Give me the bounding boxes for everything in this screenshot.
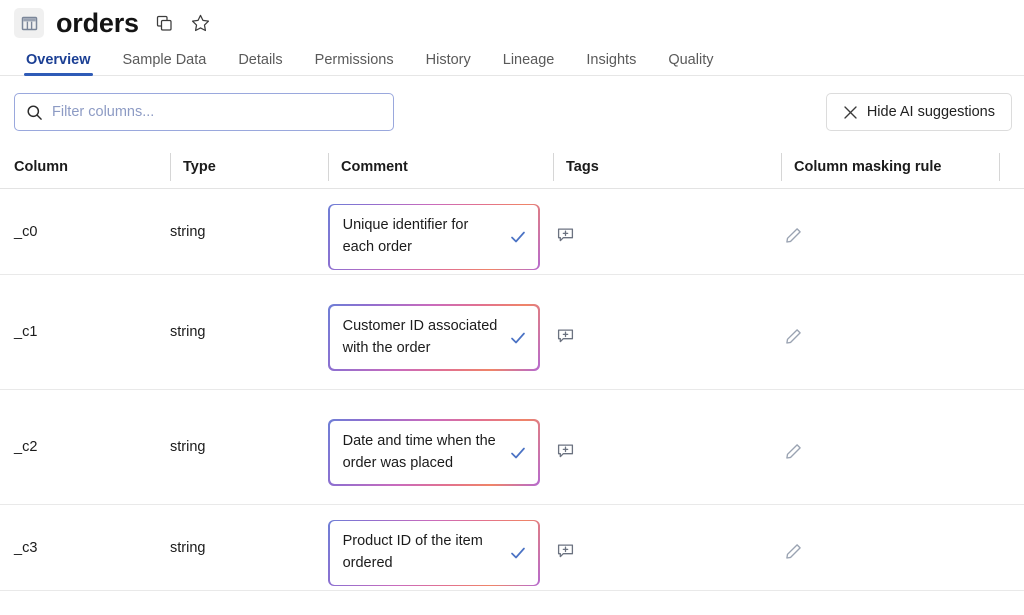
search-input[interactable] xyxy=(52,94,382,130)
pencil-icon[interactable] xyxy=(781,540,805,564)
close-icon xyxy=(843,105,858,120)
tab-history[interactable]: History xyxy=(410,51,487,76)
check-icon[interactable] xyxy=(508,443,528,463)
ai-suggested-comment[interactable]: Customer ID associated with the order xyxy=(328,304,540,371)
search-icon xyxy=(26,104,43,121)
table-row: _c3 string Product ID of the item ordere… xyxy=(0,505,1024,591)
table-row: _c2 string Date and time when the order … xyxy=(0,390,1024,505)
cell-comment: Date and time when the order was placed xyxy=(328,408,553,486)
page-header: orders xyxy=(0,0,1024,44)
tab-label: Insights xyxy=(586,51,637,68)
tab-label: Quality xyxy=(668,51,714,68)
check-icon[interactable] xyxy=(508,227,528,247)
table-row: _c1 string Customer ID associated with t… xyxy=(0,275,1024,390)
tab-quality[interactable]: Quality xyxy=(652,51,729,76)
cell-column-type: string xyxy=(170,223,206,240)
add-comment-icon[interactable] xyxy=(553,439,577,463)
check-icon[interactable] xyxy=(508,328,528,348)
tab-bar: Overview Sample Data Details Permissions… xyxy=(0,44,1024,76)
hide-ai-suggestions-button[interactable]: Hide AI suggestions xyxy=(825,93,1012,131)
tab-label: Sample Data xyxy=(122,51,207,68)
tab-label: History xyxy=(425,51,471,68)
star-icon[interactable] xyxy=(189,11,213,35)
tab-details[interactable]: Details xyxy=(222,51,298,76)
column-header-tags[interactable]: Tags xyxy=(553,152,781,181)
page-title: orders xyxy=(56,7,139,38)
cell-tags xyxy=(553,312,781,352)
ai-suggested-comment[interactable]: Product ID of the item ordered xyxy=(328,519,540,587)
pencil-icon[interactable] xyxy=(781,439,805,463)
cell-masking-rule xyxy=(781,427,1000,467)
tab-permissions[interactable]: Permissions xyxy=(299,51,410,76)
column-header-masking-rule[interactable]: Column masking rule xyxy=(781,152,1000,181)
tab-sample-data[interactable]: Sample Data xyxy=(107,51,223,76)
cell-column-name: _c2 xyxy=(14,439,38,455)
cell-comment: Product ID of the item ordered xyxy=(328,509,553,587)
column-header-column[interactable]: Column xyxy=(14,153,170,181)
cell-tags xyxy=(553,427,781,467)
cell-column-type: string xyxy=(170,439,206,455)
ai-suggested-comment[interactable]: Unique identifier for each order xyxy=(328,203,540,271)
tab-overview[interactable]: Overview xyxy=(10,51,107,76)
tab-label: Permissions xyxy=(314,51,394,68)
cell-column-type: string xyxy=(170,539,206,556)
ai-suggested-comment[interactable]: Date and time when the order was placed xyxy=(328,419,540,486)
ai-comment-text: Customer ID associated with the order xyxy=(342,317,498,356)
table-row: _c0 string Unique identifier for each or… xyxy=(0,189,1024,275)
tab-label: Lineage xyxy=(502,51,555,68)
tab-lineage[interactable]: Lineage xyxy=(487,51,571,76)
ai-comment-text: Unique identifier for each order xyxy=(342,217,469,255)
cell-comment: Unique identifier for each order xyxy=(328,193,553,271)
add-comment-icon[interactable] xyxy=(553,224,577,248)
cell-masking-rule xyxy=(781,312,1000,352)
cell-tags xyxy=(553,528,781,568)
pencil-icon[interactable] xyxy=(781,324,805,348)
table-icon xyxy=(14,8,44,38)
copy-icon[interactable] xyxy=(153,11,177,35)
add-comment-icon[interactable] xyxy=(553,324,577,348)
tab-insights[interactable]: Insights xyxy=(570,51,652,76)
column-header-comment[interactable]: Comment xyxy=(328,152,553,181)
cell-column-name: _c0 xyxy=(14,223,38,240)
hide-ai-suggestions-label: Hide AI suggestions xyxy=(866,104,995,120)
cell-tags xyxy=(553,212,781,252)
tab-label: Details xyxy=(238,51,283,68)
cell-column-name: _c3 xyxy=(14,539,38,556)
check-icon[interactable] xyxy=(508,543,528,563)
tab-label: Overview xyxy=(26,51,91,68)
column-header-type[interactable]: Type xyxy=(170,152,328,181)
table-header-row: Column Type Comment Tags Column masking … xyxy=(0,145,1024,189)
toolbar: Hide AI suggestions xyxy=(0,76,1024,145)
cell-column-type: string xyxy=(170,324,206,340)
cell-masking-rule xyxy=(781,212,1000,252)
cell-comment: Customer ID associated with the order xyxy=(328,293,553,371)
pencil-icon[interactable] xyxy=(781,224,805,248)
filter-columns-field[interactable] xyxy=(14,93,394,131)
columns-table: Column Type Comment Tags Column masking … xyxy=(0,145,1024,591)
ai-comment-text: Date and time when the order was placed xyxy=(342,432,496,471)
add-comment-icon[interactable] xyxy=(553,540,577,564)
cell-column-name: _c1 xyxy=(14,324,38,340)
ai-comment-text: Product ID of the item ordered xyxy=(342,533,483,571)
cell-masking-rule xyxy=(781,528,1000,568)
